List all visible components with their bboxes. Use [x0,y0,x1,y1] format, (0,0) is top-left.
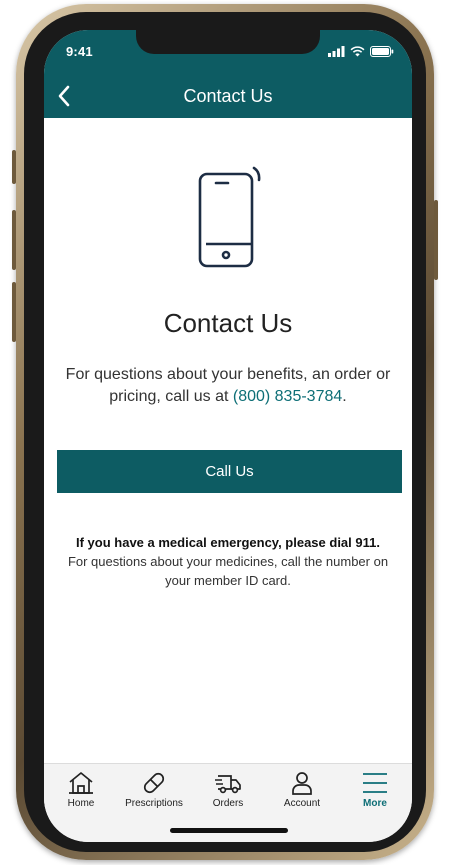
status-time: 9:41 [66,44,93,59]
tab-orders[interactable]: Orders [191,770,265,809]
emergency-text: For questions about your medicines, call… [67,554,389,588]
tab-account-label: Account [283,798,321,809]
home-icon [69,772,93,794]
power-button [434,200,438,280]
tab-prescriptions-label: Prescriptions [125,798,183,809]
cellular-signal-icon [328,45,345,57]
tab-home-label: Home [67,798,95,809]
volume-down-button [12,282,16,342]
notch [136,30,320,54]
menu-icon [363,773,387,793]
battery-icon [370,45,394,57]
tab-more-label: More [363,798,387,809]
smartphone-ringing-icon [198,166,261,268]
content-heading: Contact Us [163,308,293,338]
page-title: Contact Us [183,86,273,106]
delivery-truck-icon [215,775,241,794]
tab-orders-label: Orders [212,798,244,809]
volume-up-button [12,210,16,270]
status-icons [328,44,394,58]
emergency-bold-text: If you have a medical emergency, please … [76,535,380,550]
hero-icon-wrap [196,164,266,279]
intro-end: . [342,388,347,405]
tab-home[interactable]: Home [44,770,118,809]
tab-account[interactable]: Account [265,770,339,809]
person-icon [292,772,312,795]
home-indicator[interactable] [170,828,288,833]
emergency-notice: If you have a medical emergency, please … [54,533,402,590]
tab-more[interactable]: More [338,770,412,809]
header: 9:41 Contact Us [44,30,412,118]
phone-number-link[interactable]: (800) 835-3784 [233,388,342,405]
wifi-icon [350,45,365,56]
screen: 9:41 Contact Us Contact Us For questions… [44,30,412,842]
pill-icon [143,772,165,794]
intro-paragraph: For questions about your benefits, an or… [54,364,402,408]
call-us-button[interactable]: Call Us [57,450,402,493]
tab-prescriptions[interactable]: Prescriptions [117,770,191,809]
mute-switch [12,150,16,184]
